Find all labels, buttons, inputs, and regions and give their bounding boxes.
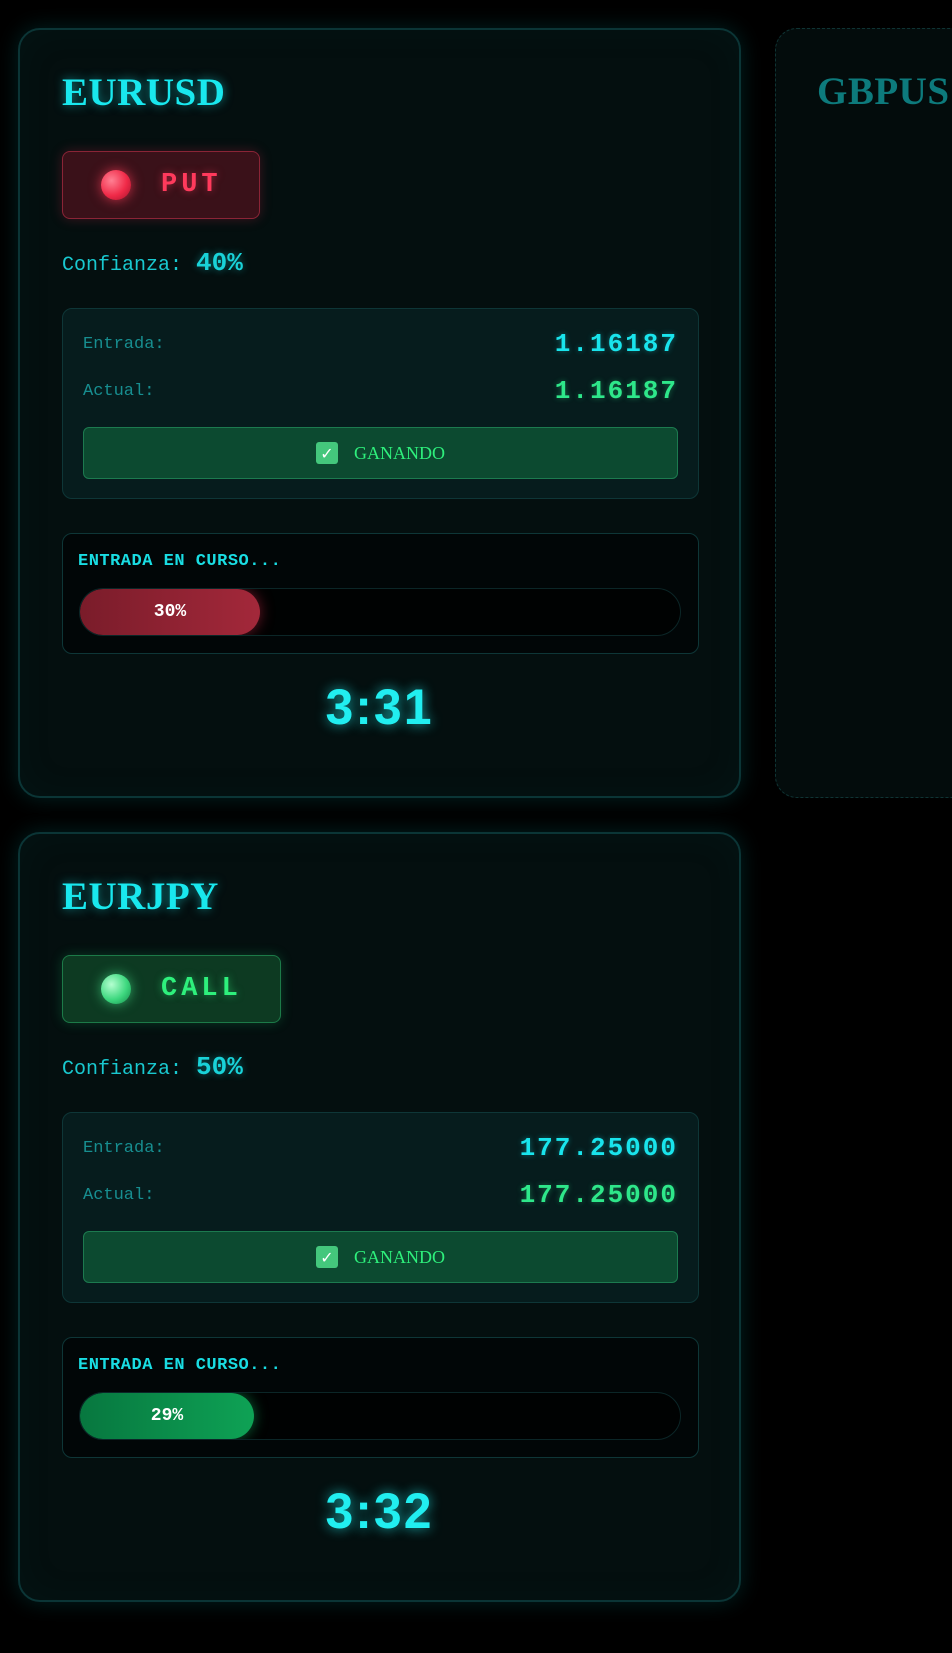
signal-card-gbpus: GBPUS bbox=[775, 28, 952, 798]
status-text: GANANDO bbox=[354, 1246, 445, 1267]
progress-label: ENTRADA EN CURSO... bbox=[78, 1356, 282, 1375]
progress-panel: ENTRADA EN CURSO... 29% bbox=[62, 1337, 699, 1458]
progress-panel: ENTRADA EN CURSO... 30% bbox=[62, 533, 699, 654]
pair-title: GBPUS bbox=[817, 70, 950, 113]
actual-label: Actual: bbox=[83, 1185, 155, 1205]
entry-value: 177.25000 bbox=[519, 1133, 678, 1163]
progress-track: 30% bbox=[79, 588, 681, 636]
signals-dashboard: EURUSD PUT Confianza: 40% Entrada: 1.161… bbox=[0, 0, 952, 1653]
actual-value: 177.25000 bbox=[519, 1180, 678, 1210]
progress-percent: 30% bbox=[153, 602, 187, 622]
entry-label: Entrada: bbox=[83, 334, 165, 354]
status-badge: ✓ GANANDO bbox=[83, 1231, 678, 1283]
entry-value: 1.16187 bbox=[554, 329, 678, 359]
confidence-value: 50% bbox=[196, 1052, 243, 1082]
progress-fill: 30% bbox=[80, 589, 260, 635]
entry-price-row: Entrada: 177.25000 bbox=[83, 1133, 678, 1163]
actual-label: Actual: bbox=[83, 381, 155, 401]
price-panel: Entrada: 1.16187 Actual: 1.16187 ✓ GANAN… bbox=[62, 308, 699, 499]
countdown-timer: 3:31 bbox=[325, 679, 434, 735]
confidence-label: Confianza: bbox=[62, 254, 183, 277]
progress-label: ENTRADA EN CURSO... bbox=[78, 552, 282, 571]
signal-badge-put: PUT bbox=[62, 151, 260, 219]
status-badge: ✓ GANANDO bbox=[83, 427, 678, 479]
progress-fill: 29% bbox=[80, 1393, 254, 1439]
confidence-label: Confianza: bbox=[62, 1058, 183, 1081]
checkbox-checked-icon: ✓ bbox=[316, 442, 338, 464]
call-indicator-dot-icon bbox=[101, 974, 131, 1004]
confidence-value: 40% bbox=[196, 248, 243, 278]
price-panel: Entrada: 177.25000 Actual: 177.25000 ✓ G… bbox=[62, 1112, 699, 1303]
actual-price-row: Actual: 177.25000 bbox=[83, 1180, 678, 1210]
entry-price-row: Entrada: 1.16187 bbox=[83, 329, 678, 359]
pair-title: EURJPY bbox=[62, 875, 219, 918]
signal-badge-call: CALL bbox=[62, 955, 281, 1023]
progress-track: 29% bbox=[79, 1392, 681, 1440]
actual-value: 1.16187 bbox=[554, 376, 678, 406]
confidence: Confianza: 50% bbox=[62, 1052, 243, 1082]
confidence: Confianza: 40% bbox=[62, 248, 243, 278]
signal-card-eurusd: EURUSD PUT Confianza: 40% Entrada: 1.161… bbox=[18, 28, 741, 798]
signal-direction: CALL bbox=[161, 974, 242, 1004]
entry-label: Entrada: bbox=[83, 1138, 165, 1158]
put-indicator-dot-icon bbox=[101, 170, 131, 200]
status-text: GANANDO bbox=[354, 442, 445, 463]
pair-title: EURUSD bbox=[62, 71, 226, 114]
signal-card-eurjpy: EURJPY CALL Confianza: 50% Entrada: 177.… bbox=[18, 832, 741, 1602]
signal-direction: PUT bbox=[161, 170, 222, 200]
actual-price-row: Actual: 1.16187 bbox=[83, 376, 678, 406]
countdown-timer: 3:32 bbox=[325, 1483, 434, 1539]
checkbox-checked-icon: ✓ bbox=[316, 1246, 338, 1268]
progress-percent: 29% bbox=[150, 1406, 184, 1426]
